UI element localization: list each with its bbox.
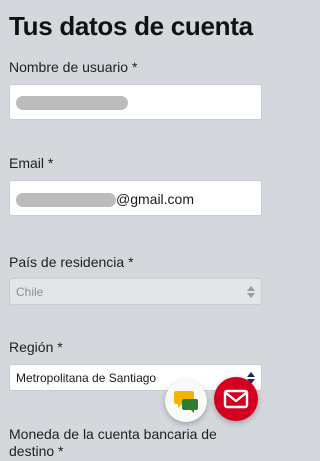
username-input[interactable] xyxy=(9,84,262,120)
country-label: País de residencia * xyxy=(9,254,134,270)
email-input[interactable]: @gmail.com xyxy=(9,180,262,216)
currency-label-line1: Moneda de la cuenta bancaria de xyxy=(9,426,217,442)
up-down-arrows-icon xyxy=(247,286,255,298)
region-label: Región * xyxy=(9,339,63,355)
email-label: Email * xyxy=(9,155,54,171)
username-label: Nombre de usuario * xyxy=(9,59,138,75)
redacted-username xyxy=(16,96,128,110)
chat-button[interactable] xyxy=(165,380,207,422)
email-domain-text: @gmail.com xyxy=(116,191,195,207)
chat-bubbles-icon xyxy=(174,391,198,413)
country-value: Chile xyxy=(16,285,44,299)
currency-label-line2: destino * xyxy=(9,443,64,459)
redacted-email-local xyxy=(16,193,116,207)
page-title: Tus datos de cuenta xyxy=(9,11,253,41)
region-value: Metropolitana de Santiago xyxy=(16,371,157,385)
envelope-icon xyxy=(223,389,249,409)
country-select[interactable]: Chile xyxy=(9,278,262,305)
mail-button[interactable] xyxy=(214,377,258,421)
